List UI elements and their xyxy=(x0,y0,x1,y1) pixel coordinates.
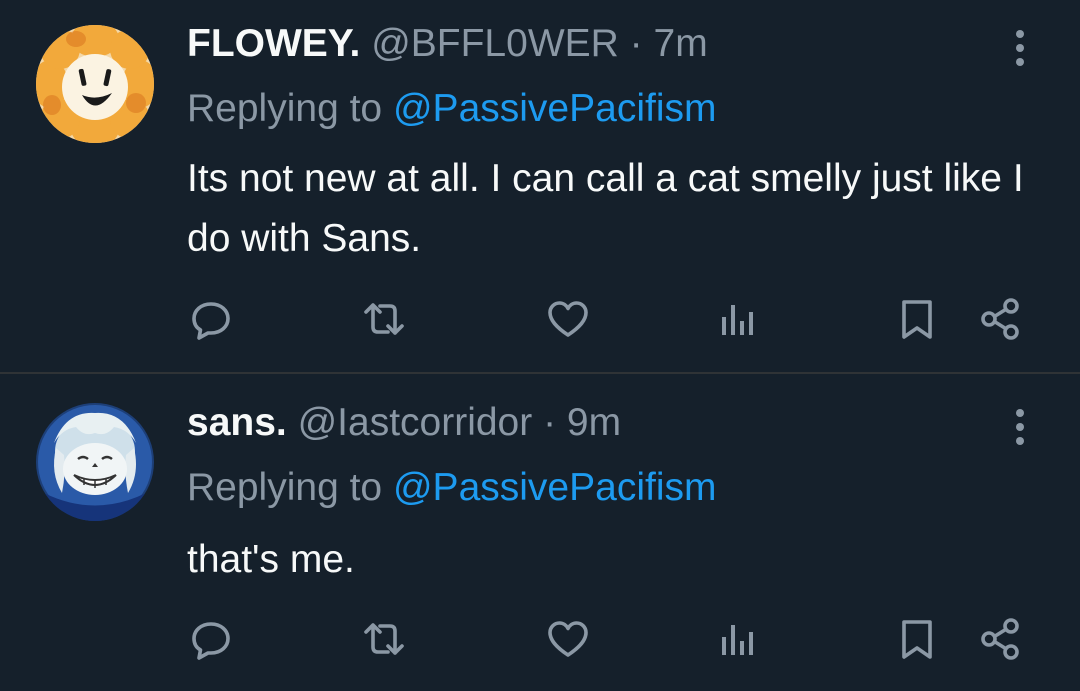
retweet-icon xyxy=(364,303,404,335)
share-icon xyxy=(981,298,1019,340)
heart-icon xyxy=(548,301,588,337)
mention-link[interactable]: @PassivePacifism xyxy=(393,87,717,130)
replying-to: Replying to @PassivePacifism xyxy=(187,465,716,511)
display-name[interactable]: FLOWEY. xyxy=(187,22,360,65)
like-button[interactable] xyxy=(546,297,590,341)
reply-button[interactable] xyxy=(189,297,233,341)
retweet-button[interactable] xyxy=(362,617,406,661)
views-button[interactable] xyxy=(716,297,760,341)
replying-to-label: Replying to xyxy=(187,87,383,130)
replying-to-label: Replying to xyxy=(187,466,383,509)
tweet-header: sans. @Iastcorridor · 9m xyxy=(187,401,621,445)
display-name[interactable]: sans. xyxy=(187,401,287,444)
tweet[interactable]: FLOWEY. @BFFL0WER · 7m Replying to @Pass… xyxy=(0,0,1080,374)
views-icon xyxy=(722,305,753,335)
reply-icon xyxy=(192,302,230,340)
reply-icon xyxy=(192,622,230,660)
avatar[interactable] xyxy=(36,25,154,143)
more-options-button[interactable] xyxy=(1005,25,1035,71)
skeleton-face-avatar-icon xyxy=(36,403,154,521)
views-button[interactable] xyxy=(716,617,760,661)
share-button[interactable] xyxy=(978,617,1022,661)
mention-link[interactable]: @PassivePacifism xyxy=(393,466,717,509)
bookmark-icon xyxy=(902,300,932,339)
heart-icon xyxy=(548,621,588,657)
reply-button[interactable] xyxy=(189,617,233,661)
retweet-button[interactable] xyxy=(362,297,406,341)
tweet[interactable]: sans. @Iastcorridor · 9m Replying to @Pa… xyxy=(0,374,1080,691)
bookmark-button[interactable] xyxy=(895,617,939,661)
share-button[interactable] xyxy=(978,297,1022,341)
user-handle[interactable]: @Iastcorridor xyxy=(298,401,533,444)
retweet-icon xyxy=(364,623,404,655)
avatar[interactable] xyxy=(36,403,154,521)
tweet-text: that's me. xyxy=(187,538,355,581)
more-dots-icon xyxy=(1016,409,1024,445)
flower-face-avatar-icon xyxy=(36,25,154,143)
user-handle[interactable]: @BFFL0WER xyxy=(371,22,619,65)
tweet-text: Its not new at all. I can call a cat sme… xyxy=(187,157,1024,260)
separator-dot: · xyxy=(543,401,557,444)
more-dots-icon xyxy=(1016,30,1024,66)
replying-to: Replying to @PassivePacifism xyxy=(187,86,716,132)
timestamp[interactable]: 9m xyxy=(567,401,621,444)
timestamp[interactable]: 7m xyxy=(654,22,708,65)
share-icon xyxy=(981,618,1019,660)
more-options-button[interactable] xyxy=(1005,404,1035,450)
bookmark-icon xyxy=(902,620,932,659)
bookmark-button[interactable] xyxy=(895,297,939,341)
tweet-header: FLOWEY. @BFFL0WER · 7m xyxy=(187,22,708,66)
views-icon xyxy=(722,625,753,655)
separator-dot: · xyxy=(629,22,643,65)
like-button[interactable] xyxy=(546,617,590,661)
